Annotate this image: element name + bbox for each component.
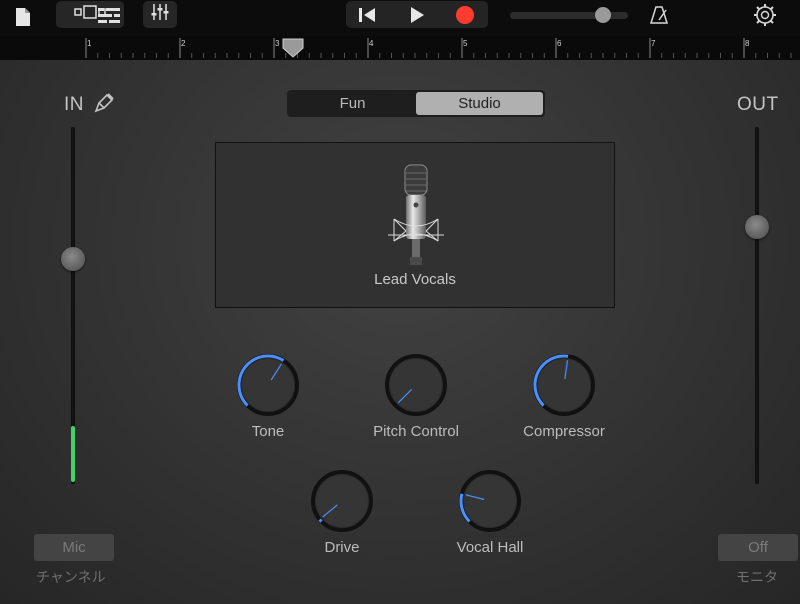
rewind-icon[interactable]	[354, 5, 380, 25]
ruler-bar-label: 2	[181, 39, 186, 48]
input-source-button[interactable]: Mic	[34, 534, 114, 561]
output-level-track	[755, 127, 759, 484]
mode-fun-tab[interactable]: Fun	[289, 92, 416, 115]
settings-icon[interactable]	[753, 3, 777, 27]
knob-face	[538, 359, 590, 411]
patch-panel[interactable]: Lead Vocals	[215, 142, 615, 308]
knob-vocal-hall[interactable]	[457, 468, 523, 534]
patch-name: Lead Vocals	[374, 271, 456, 288]
play-icon[interactable]	[404, 5, 430, 25]
output-volume-fader[interactable]	[745, 214, 769, 239]
volume-slider[interactable]	[510, 7, 630, 23]
transport-controls	[346, 1, 488, 28]
mode-segmented-control: Fun Studio	[287, 90, 545, 117]
knob-face	[464, 475, 516, 527]
monitor-button[interactable]: Off	[718, 534, 798, 561]
metronome-icon[interactable]	[648, 4, 670, 26]
ruler-bar-label: 8	[745, 39, 750, 48]
mixer-button[interactable]	[143, 1, 177, 28]
output-title: OUT	[737, 94, 779, 115]
volume-knob[interactable]	[594, 7, 611, 23]
ruler-bar-label: 3	[275, 39, 280, 48]
knob-value-arc	[318, 518, 323, 523]
song-sections-icon[interactable]	[96, 5, 122, 25]
knob-face	[390, 359, 442, 411]
ruler-bar-label: 6	[557, 39, 562, 48]
toolbar	[0, 0, 800, 36]
knob-face	[242, 359, 294, 411]
microphone-icon	[386, 161, 446, 271]
knob-drive[interactable]	[309, 468, 375, 534]
input-gain-fader[interactable]	[61, 247, 85, 272]
input-level-meter	[71, 426, 75, 482]
knob-label: Vocal Hall	[456, 539, 524, 556]
timeline-ruler[interactable]: 1 2 3 4 5 6 7 8	[0, 36, 800, 60]
mixer-icon	[150, 3, 170, 26]
ruler-bar-label: 4	[369, 39, 374, 48]
ruler-bar-label: 7	[651, 39, 656, 48]
ruler-bar-label: 5	[463, 39, 468, 48]
mode-studio-tab[interactable]: Studio	[416, 92, 543, 115]
knob-label: Pitch Control	[373, 423, 459, 440]
monitor-caption: モニタ	[736, 569, 778, 585]
knob-tone[interactable]	[235, 352, 301, 418]
knob-compressor[interactable]	[531, 352, 597, 418]
knob-label: Compressor	[523, 423, 605, 440]
input-title: IN	[64, 94, 84, 115]
input-settings-icon[interactable]	[93, 92, 115, 114]
knob-pitch-control[interactable]	[383, 352, 449, 418]
ruler-bar-label: 1	[87, 39, 92, 48]
ruler-ticks	[85, 38, 792, 58]
document-icon[interactable]	[14, 6, 32, 28]
knob-label: Drive	[324, 539, 360, 556]
input-caption: チャンネル	[36, 569, 106, 585]
playhead[interactable]	[282, 38, 304, 58]
knob-label: Tone	[251, 423, 285, 440]
knob-face	[316, 475, 368, 527]
record-icon[interactable]	[452, 5, 478, 25]
